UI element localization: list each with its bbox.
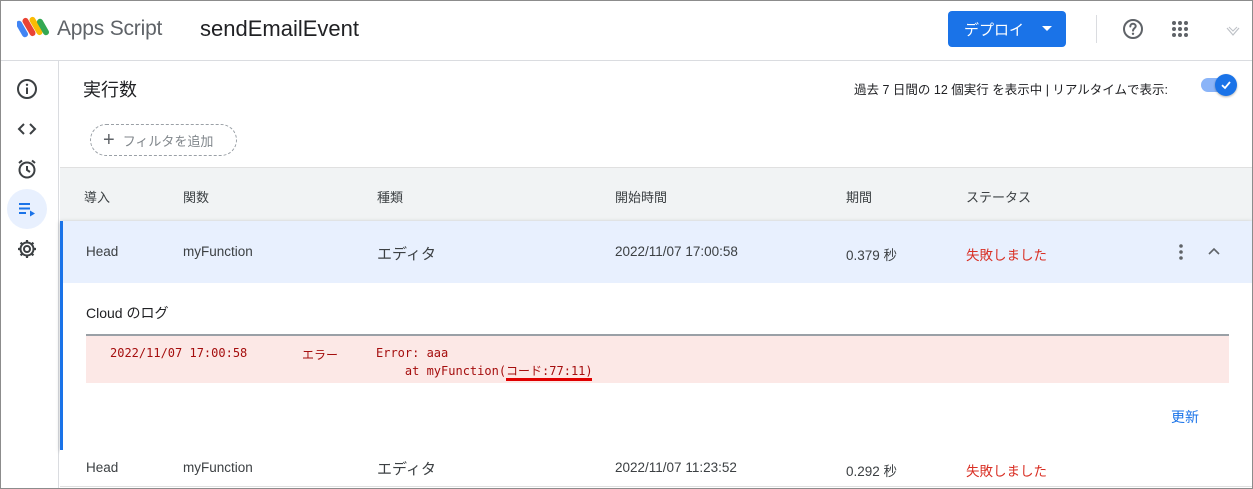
column-header[interactable]: 期間 — [846, 187, 872, 206]
top-bar: Apps Script sendEmailEvent デプロイ — [1, 1, 1252, 61]
apps-script-logo[interactable] — [17, 14, 49, 42]
cell-status: 失敗しました — [966, 464, 1047, 479]
apps-grid-icon[interactable] — [1171, 20, 1189, 38]
nav-overview[interactable] — [7, 69, 47, 109]
toolbar-divider — [1096, 15, 1097, 43]
info-icon — [17, 79, 37, 99]
help-icon[interactable] — [1122, 18, 1144, 40]
execution-summary: 過去 7 日間の 12 個実行 を表示中 | リアルタイムで表示: — [854, 83, 1169, 97]
check-icon — [1221, 81, 1231, 90]
column-header[interactable]: 関数 — [183, 187, 209, 206]
nav-settings[interactable] — [7, 229, 47, 269]
deploy-button-label: デプロイ — [964, 21, 1025, 39]
realtime-toggle[interactable] — [1201, 74, 1237, 96]
code-icon — [17, 123, 37, 135]
table-row[interactable]: Head myFunction エディタ 2022/11/07 17:00:58… — [63, 221, 1252, 283]
cell-deployment: Head — [86, 244, 119, 259]
chevron-up-icon[interactable] — [1207, 246, 1221, 256]
highlight-underline — [506, 378, 592, 381]
cell-start-time: 2022/11/07 11:23:52 — [615, 460, 737, 475]
column-header[interactable]: 導入 — [84, 187, 110, 206]
table-header: 導入 関数 種類 開始時間 期間 ステータス — [60, 167, 1252, 221]
add-filter-label: フィルタを追加 — [122, 133, 214, 149]
caret-down-icon — [1042, 26, 1052, 31]
page-title: 実行数 — [83, 80, 137, 100]
row-divider — [60, 486, 1252, 487]
deploy-button[interactable]: デプロイ — [948, 11, 1066, 47]
cell-type: エディタ — [377, 461, 436, 478]
cell-function: myFunction — [183, 460, 253, 475]
account-avatar-icon[interactable] — [1226, 25, 1240, 37]
app-window: Apps Script sendEmailEvent デプロイ 実行数 過去 7… — [0, 0, 1253, 489]
left-nav-rail — [1, 61, 59, 488]
log-message-line: Error: aaa — [376, 346, 449, 360]
log-entry: 2022/11/07 17:00:58 エラー Error: aaa at my… — [86, 334, 1229, 383]
nav-editor[interactable] — [7, 109, 47, 149]
add-filter-button[interactable]: + フィルタを追加 — [90, 124, 237, 156]
cell-status: 失敗しました — [966, 248, 1047, 263]
refresh-button[interactable]: 更新 — [1171, 407, 1199, 427]
cell-duration: 0.292 秒 — [846, 464, 898, 479]
table-row[interactable]: Head myFunction エディタ 2022/11/07 11:23:52… — [60, 450, 1252, 488]
cell-duration: 0.379 秒 — [846, 248, 898, 263]
executions-icon — [19, 203, 35, 217]
gear-icon — [18, 240, 36, 258]
cell-function: myFunction — [183, 244, 253, 259]
more-vert-icon[interactable] — [1178, 243, 1184, 261]
app-name[interactable]: Apps Script — [57, 17, 162, 41]
toggle-knob — [1215, 74, 1237, 96]
log-level: エラー — [302, 348, 339, 362]
column-header[interactable]: ステータス — [966, 187, 1031, 206]
plus-icon: + — [103, 129, 115, 151]
column-header[interactable]: 開始時間 — [615, 187, 667, 206]
main-content: 実行数 過去 7 日間の 12 個実行 を表示中 | リアルタイムで表示: + … — [60, 62, 1252, 488]
log-timestamp: 2022/11/07 17:00:58 — [110, 346, 248, 360]
nav-triggers[interactable] — [7, 149, 47, 189]
column-header[interactable]: 種類 — [377, 187, 403, 206]
cell-deployment: Head — [86, 460, 119, 475]
cell-start-time: 2022/11/07 17:00:58 — [615, 244, 738, 259]
cloud-log-title: Cloud のログ — [86, 305, 169, 321]
log-message-line: at myFunction(コード:77:11) — [376, 364, 593, 378]
project-name[interactable]: sendEmailEvent — [200, 16, 359, 42]
table-row-expanded[interactable]: Head myFunction エディタ 2022/11/07 17:00:58… — [60, 221, 1252, 450]
nav-executions[interactable] — [7, 189, 47, 229]
alarm-icon — [18, 159, 36, 179]
cell-type: エディタ — [377, 246, 436, 263]
